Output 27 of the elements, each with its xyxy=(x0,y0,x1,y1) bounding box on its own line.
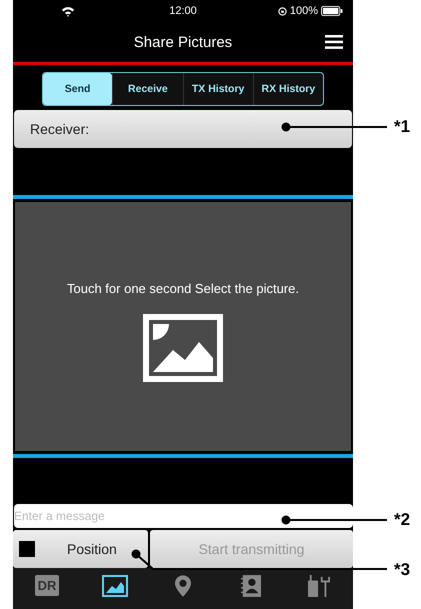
battery-percent: 100% xyxy=(290,5,318,17)
picture-select-area[interactable]: Touch for one second Select the picture. xyxy=(13,195,353,458)
tab[interactable]: Send xyxy=(43,73,112,105)
position-button[interactable]: Position xyxy=(13,530,148,568)
message-input-field[interactable]: Enter a message xyxy=(14,504,353,528)
callout-label: *1 xyxy=(394,117,410,137)
bottom-tab[interactable] xyxy=(100,575,130,597)
status-time: 12:00 xyxy=(168,5,198,17)
picture-hint: Touch for one second Select the picture. xyxy=(67,280,299,296)
screen-title: Share Pictures xyxy=(134,34,232,50)
battery-icon xyxy=(321,6,343,16)
rotation-lock-icon xyxy=(278,6,287,16)
radio-wrench-icon xyxy=(307,575,331,597)
callout-label: *2 xyxy=(394,510,410,530)
wifi-icon xyxy=(61,6,75,16)
callout-label: *3 xyxy=(394,560,410,580)
receiver-button[interactable]: Receiver: xyxy=(14,110,352,148)
picture-icon xyxy=(102,575,128,597)
position-checkbox[interactable] xyxy=(19,541,35,557)
tab[interactable]: RX History xyxy=(252,73,323,105)
tab[interactable]: Receive xyxy=(112,73,182,105)
map-pin-icon xyxy=(175,575,191,597)
position-label: Position xyxy=(67,541,117,557)
tab[interactable]: TX History xyxy=(182,73,253,105)
contact-book-icon xyxy=(241,575,261,597)
image-icon xyxy=(143,314,223,382)
menu-icon[interactable] xyxy=(325,35,343,49)
